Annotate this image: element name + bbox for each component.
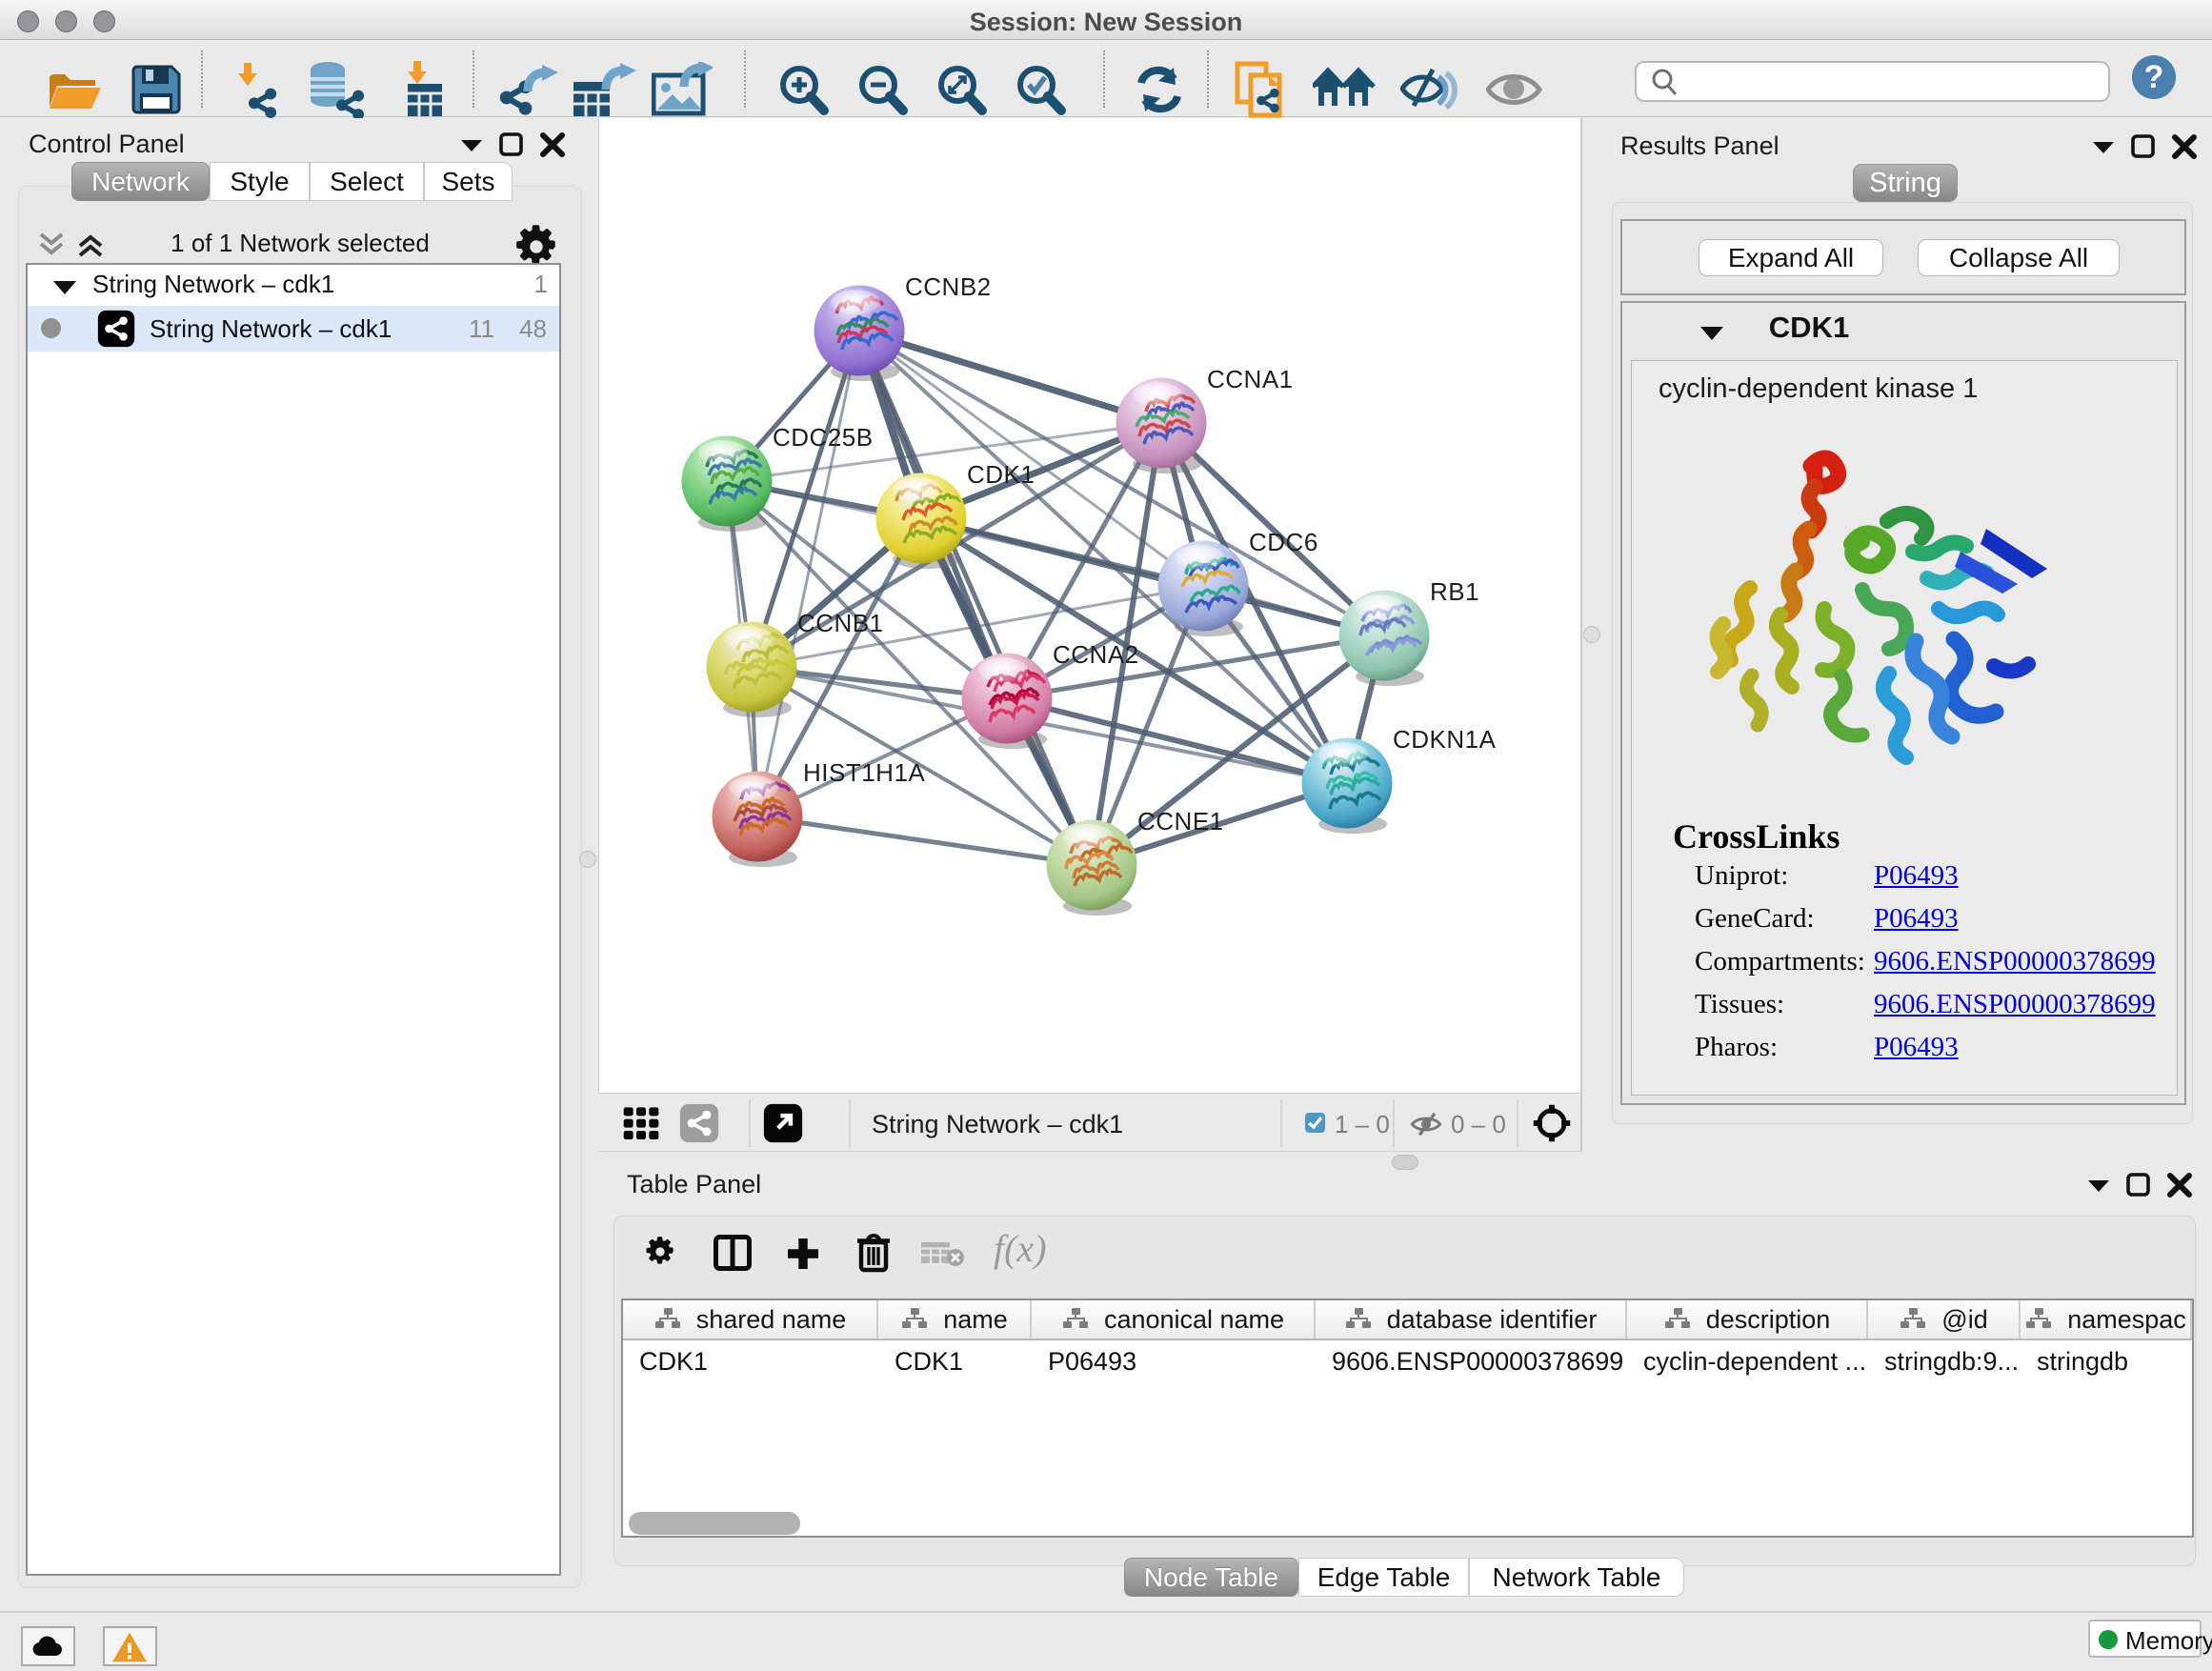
svg-text:CDC6: CDC6 [1249, 528, 1318, 556]
svg-text:CCNE1: CCNE1 [1137, 807, 1224, 836]
svg-text:CDC25B: CDC25B [773, 423, 874, 452]
svg-text:HIST1H1A: HIST1H1A [803, 758, 925, 787]
svg-text:CDK1: CDK1 [967, 460, 1035, 489]
svg-text:CCNB2: CCNB2 [905, 272, 992, 301]
svg-text:CCNA1: CCNA1 [1207, 365, 1294, 393]
svg-text:CCNA2: CCNA2 [1053, 640, 1139, 669]
svg-text:CDKN1A: CDKN1A [1393, 725, 1497, 754]
svg-text:RB1: RB1 [1430, 577, 1479, 606]
svg-text:CCNB1: CCNB1 [797, 609, 884, 637]
